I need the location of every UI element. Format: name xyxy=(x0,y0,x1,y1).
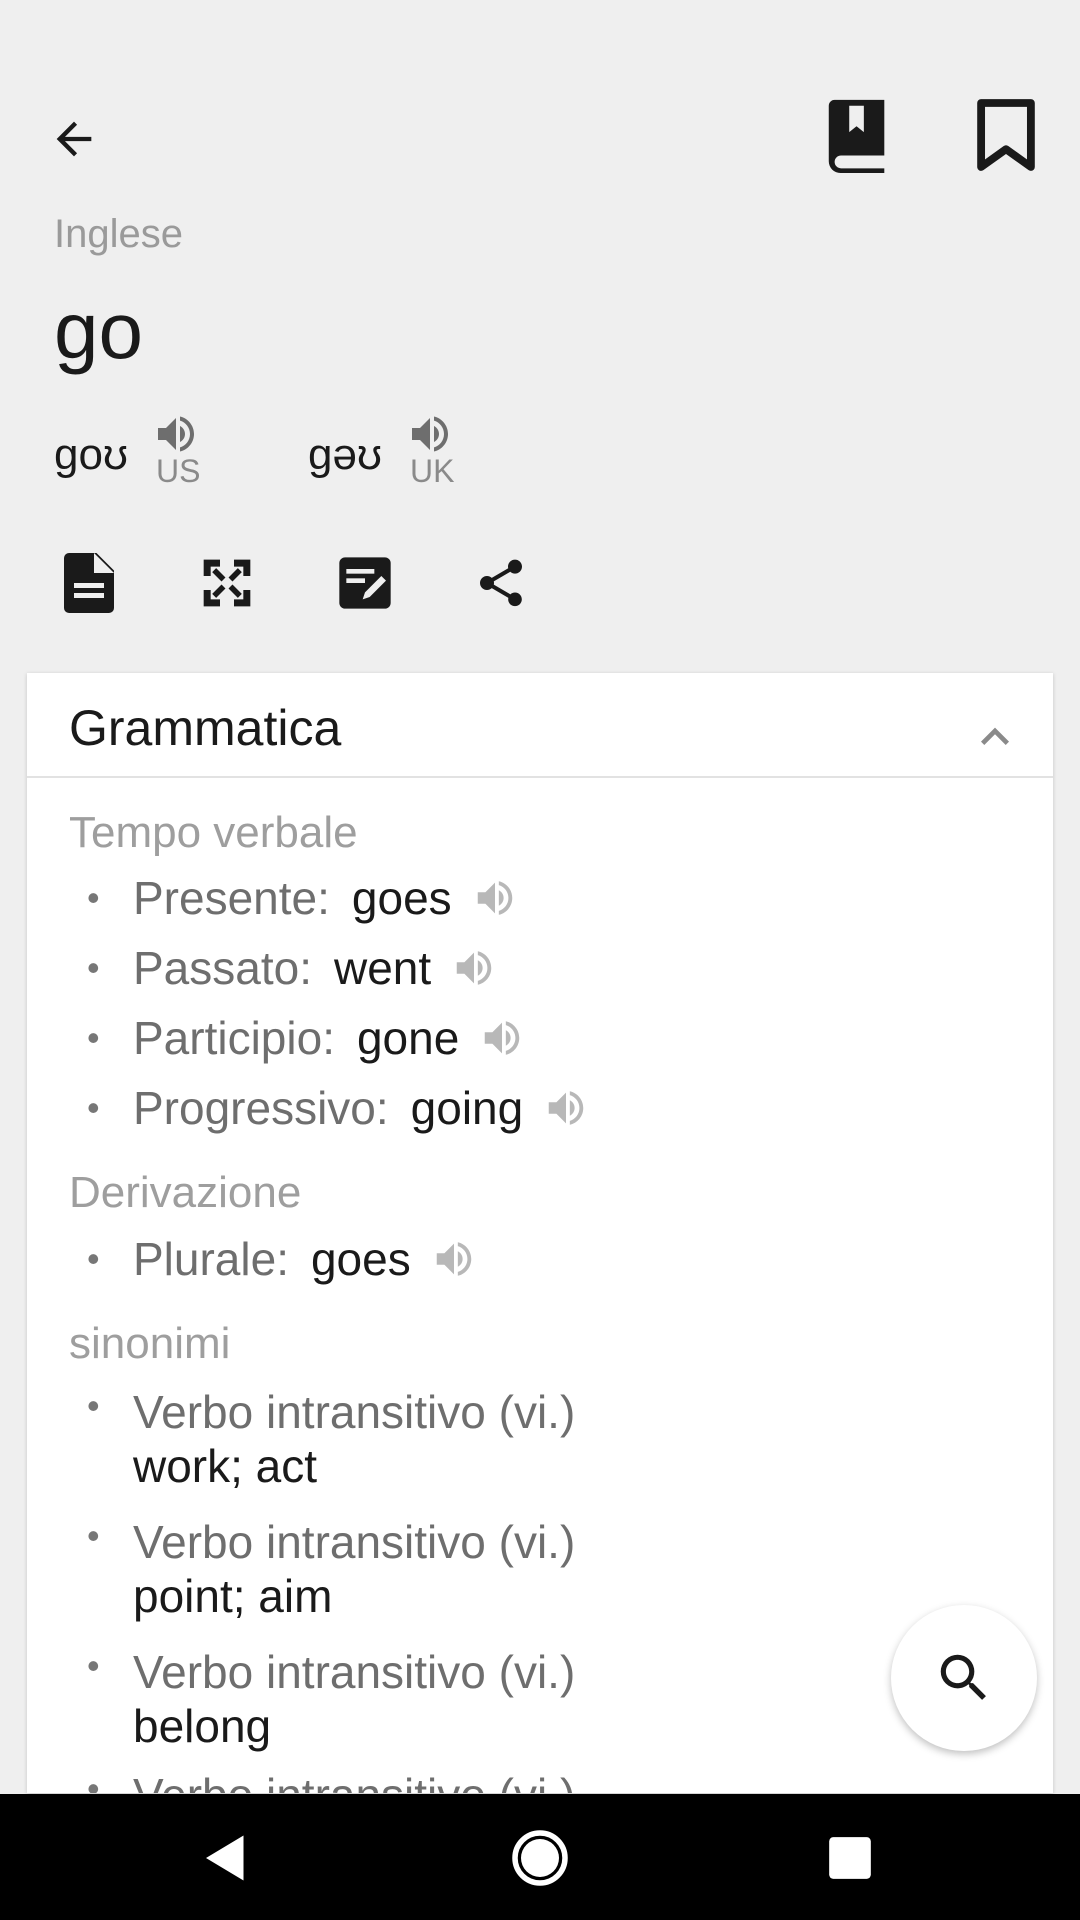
bullet: • xyxy=(87,1385,100,1426)
form-value: goes xyxy=(351,872,452,924)
nav-home-icon xyxy=(512,1830,568,1886)
form-label: Passato: xyxy=(133,942,312,994)
nav-recents-button[interactable] xyxy=(810,1818,890,1898)
headword: go xyxy=(54,286,143,375)
speaker-icon[interactable] xyxy=(431,1236,477,1282)
synonym-label: Verbo intransitivo (vi.) xyxy=(133,1646,576,1698)
collapse-button[interactable] xyxy=(967,709,1023,765)
region-label: US xyxy=(156,453,201,489)
fullscreen-button[interactable] xyxy=(194,550,260,616)
nav-back-icon xyxy=(206,1835,244,1881)
nav-back-button[interactable] xyxy=(186,1818,266,1898)
speaker-icon[interactable] xyxy=(406,410,454,458)
bullet: • xyxy=(87,947,100,988)
form-value: went xyxy=(334,942,432,994)
region-label: UK xyxy=(410,453,455,489)
ipa-text: gəʊ xyxy=(308,430,382,479)
edit-note-icon xyxy=(339,557,391,609)
back-arrow-icon xyxy=(56,121,92,157)
bookmark-button[interactable] xyxy=(966,95,1046,175)
list-item: • Presente: goes xyxy=(69,868,518,928)
section-title-derivation: Derivazione xyxy=(69,1168,302,1217)
system-nav-bar xyxy=(0,1794,1080,1920)
bullet: • xyxy=(87,1768,100,1793)
section-title-tense: Tempo verbale xyxy=(69,808,358,857)
bullet: • xyxy=(87,1645,100,1686)
pronunciation-uk[interactable]: gəʊ UK xyxy=(308,405,508,495)
bookmark-icon xyxy=(977,99,1035,171)
search-fab[interactable] xyxy=(891,1605,1037,1751)
bullet: • xyxy=(87,1017,100,1058)
synonym-value: work; act xyxy=(133,1440,318,1492)
fullscreen-icon xyxy=(203,559,251,607)
form-value: goes xyxy=(310,1233,411,1285)
bullet: • xyxy=(87,877,100,918)
share-icon xyxy=(480,559,522,607)
synonym-value: point; aim xyxy=(133,1570,333,1622)
synonym-label: Verbo intransitivo (vi.) xyxy=(133,1516,576,1568)
list-item: • Passato: went xyxy=(69,938,497,998)
bullet: • xyxy=(87,1515,100,1556)
chevron-up-icon xyxy=(981,727,1009,745)
synonym-value: belong xyxy=(133,1700,272,1752)
synonym-label: Verbo intransitivo (vi.) xyxy=(133,1386,576,1438)
ipa-text: goʊ xyxy=(54,430,128,479)
dictionary-button[interactable] xyxy=(820,95,896,175)
card-title: Grammatica xyxy=(69,700,342,756)
document-button[interactable] xyxy=(58,548,120,618)
form-value: going xyxy=(410,1082,524,1134)
list-item: • Participio: gone xyxy=(69,1008,525,1068)
speaker-icon[interactable] xyxy=(543,1085,589,1131)
share-button[interactable] xyxy=(468,550,534,616)
back-button[interactable] xyxy=(40,105,108,173)
speaker-icon[interactable] xyxy=(451,945,497,991)
synonym-label: Verbo intransitivo (vi.) xyxy=(133,1768,575,1793)
form-label: Presente: xyxy=(133,872,330,924)
form-label: Plurale: xyxy=(133,1233,289,1285)
speaker-icon[interactable] xyxy=(472,875,518,921)
bullet: • xyxy=(87,1087,100,1128)
form-label: Progressivo: xyxy=(133,1082,389,1134)
section-title-synonyms: sinonimi xyxy=(69,1319,231,1368)
grammar-card: Grammatica Tempo verbale • Presente: goe… xyxy=(27,673,1053,1793)
bullet: • xyxy=(87,1238,100,1279)
edit-note-button[interactable] xyxy=(332,550,398,616)
list-item: • Progressivo: going xyxy=(69,1078,589,1138)
card-divider xyxy=(27,776,1053,778)
nav-home-button[interactable] xyxy=(500,1818,580,1898)
speaker-icon[interactable] xyxy=(152,410,200,458)
speaker-icon[interactable] xyxy=(479,1015,525,1061)
word-header: Inglese go goʊ US gəʊ UK xyxy=(0,0,1080,650)
search-icon xyxy=(940,1654,986,1700)
form-value: gone xyxy=(356,1012,460,1064)
language-label: Inglese xyxy=(54,212,183,256)
nav-recents-icon xyxy=(829,1837,871,1879)
list-item: • Plurale: goes xyxy=(69,1229,477,1289)
form-label: Participio: xyxy=(133,1012,335,1064)
pronunciation-us[interactable]: goʊ US xyxy=(54,405,254,495)
dictionary-book-icon xyxy=(828,99,885,173)
document-icon xyxy=(64,553,114,613)
